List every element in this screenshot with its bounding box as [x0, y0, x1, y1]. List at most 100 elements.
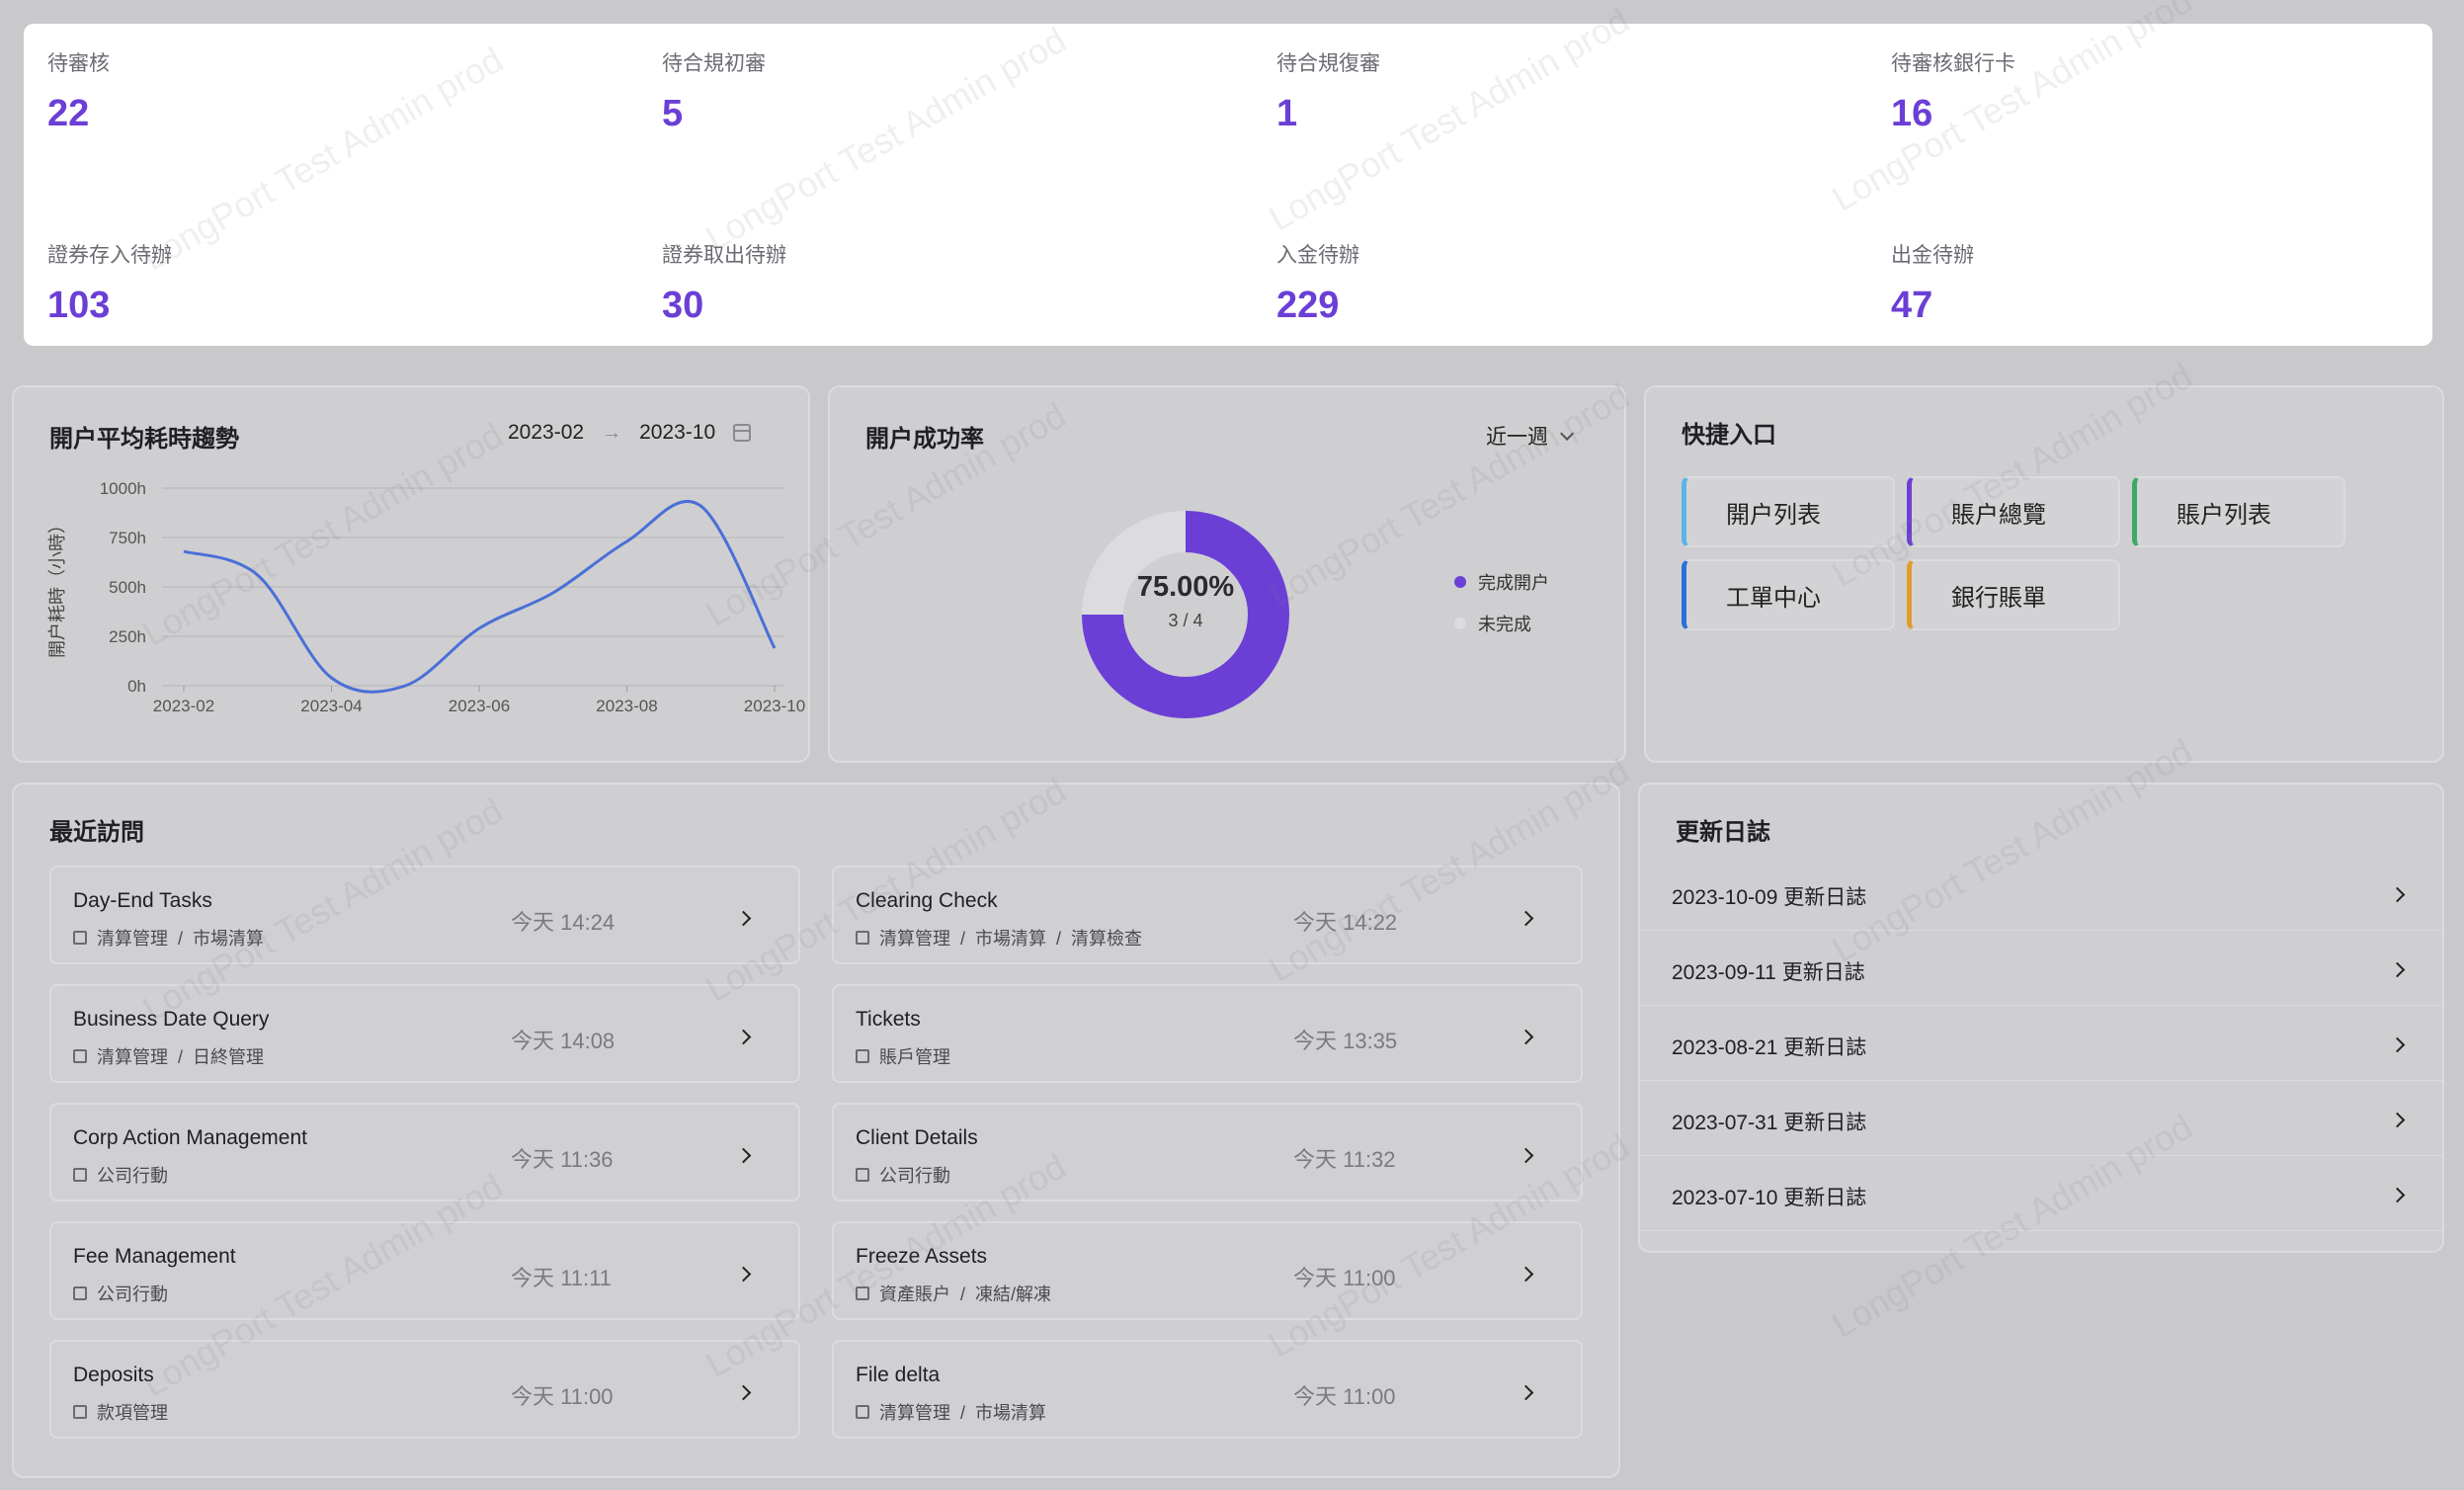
visit-path: 資產賬户 / 凍結/解凍	[856, 1281, 1051, 1306]
chevron-right-icon	[735, 1266, 752, 1283]
recent-visit-item[interactable]: Corp Action Management 公司行動 今天 11:36	[49, 1103, 800, 1201]
changelog-item-label: 2023-07-31 更新日誌	[1672, 1112, 1867, 1134]
stat-value: 16	[1891, 93, 1933, 134]
trend-card: 開户平均耗時趨勢 2023-02 → 2023-10 0h 250h 500h 750…	[12, 385, 810, 763]
visit-time: 今天 11:00	[1293, 1266, 1396, 1290]
stat-label: 證券取出待辦	[662, 244, 786, 267]
menu-icon	[856, 1405, 869, 1419]
y-tick-label: 1000h	[100, 479, 146, 498]
visit-path: 清算管理 / 市場清算 / 清算檢查	[856, 925, 1142, 951]
changelog-item[interactable]: 2023-08-21 更新日誌	[1640, 1006, 2442, 1081]
changelog-item[interactable]: 2023-09-11 更新日誌	[1640, 931, 2442, 1006]
recent-visit-item[interactable]: Business Date Query 清算管理 / 日終管理 今天 14:08	[49, 984, 800, 1083]
chevron-right-icon	[2389, 886, 2406, 903]
recent-visit-item[interactable]: File delta 清算管理 / 市場清算 今天 11:00	[832, 1340, 1583, 1439]
stat-card-1[interactable]: 待合規初審 5	[662, 47, 766, 135]
chevron-right-icon	[1518, 1147, 1534, 1164]
visit-name: Tickets	[856, 1008, 921, 1031]
stat-card-4[interactable]: 證券存入待辦 103	[47, 239, 172, 327]
stat-value: 22	[47, 93, 90, 134]
chevron-right-icon	[2389, 1036, 2406, 1053]
visit-name: Deposits	[73, 1364, 154, 1386]
chevron-right-icon	[735, 1147, 752, 1164]
stats-highlight	[24, 24, 2432, 346]
chevron-right-icon	[735, 910, 752, 927]
stat-value: 1	[1276, 93, 1298, 134]
chevron-right-icon	[2389, 1112, 2406, 1128]
visit-path-text: 清算管理 / 市場清算	[97, 929, 265, 949]
period-select[interactable]: 近一週	[1486, 421, 1575, 451]
stat-label: 待審核銀行卡	[1891, 52, 2015, 75]
visit-path-text: 清算管理 / 日終管理	[97, 1047, 265, 1067]
menu-icon	[73, 1168, 87, 1182]
stat-card-5[interactable]: 證券取出待辦 30	[662, 239, 786, 327]
y-axis-label: 開户耗時（小時）	[47, 516, 67, 658]
stat-label: 入金待辦	[1276, 244, 1359, 267]
changelog-item[interactable]: 2023-07-10 更新日誌	[1640, 1156, 2442, 1231]
visit-time: 今天 11:11	[511, 1266, 612, 1290]
visit-name: Freeze Assets	[856, 1245, 988, 1268]
recent-visit-item[interactable]: Clearing Check 清算管理 / 市場清算 / 清算檢查 今天 14:22	[832, 866, 1583, 964]
chevron-right-icon	[1518, 1266, 1534, 1283]
menu-icon	[73, 1049, 87, 1063]
visit-path: 清算管理 / 市場清算	[73, 925, 264, 951]
recent-visit-item[interactable]: Freeze Assets 資產賬户 / 凍結/解凍 今天 11:00	[832, 1221, 1583, 1320]
stat-card-3[interactable]: 待審核銀行卡 16	[1891, 47, 2015, 135]
menu-icon	[856, 1286, 869, 1300]
visit-time: 今天 11:36	[511, 1147, 614, 1172]
visit-time: 今天 11:00	[511, 1384, 614, 1409]
y-tick-label: 500h	[109, 578, 146, 597]
recent-visit-item[interactable]: Day-End Tasks 清算管理 / 市場清算 今天 14:24	[49, 866, 800, 964]
chevron-right-icon	[1518, 1384, 1534, 1401]
chevron-right-icon	[2389, 1187, 2406, 1203]
visit-path-text: 公司行動	[97, 1166, 168, 1186]
visit-name: File delta	[856, 1364, 941, 1386]
chevron-down-icon	[1560, 426, 1575, 441]
visit-path: 款項管理	[73, 1399, 168, 1425]
x-tick-label: 2023-08	[596, 697, 657, 715]
visit-name: Business Date Query	[73, 1008, 270, 1031]
visit-path-text: 清算管理 / 市場清算 / 清算檢查	[879, 929, 1143, 949]
recent-visit-item[interactable]: Deposits 款項管理 今天 11:00	[49, 1340, 800, 1439]
changelog-item-label: 2023-09-11 更新日誌	[1672, 961, 1865, 984]
stat-card-2[interactable]: 待合規復審 1	[1276, 47, 1380, 135]
stat-label: 待合規復審	[1276, 52, 1380, 75]
stat-label: 待審核	[47, 52, 110, 75]
x-tick-label: 2023-04	[300, 697, 362, 715]
stat-value: 229	[1276, 285, 1340, 326]
recent-visit-item[interactable]: Client Details 公司行動 今天 11:32	[832, 1103, 1583, 1201]
x-tick-label: 2023-02	[153, 697, 214, 715]
visit-path: 清算管理 / 市場清算	[856, 1399, 1046, 1425]
visit-path: 公司行動	[856, 1162, 950, 1188]
recent-visit-item[interactable]: Tickets 賬戶管理 今天 13:35	[832, 984, 1583, 1083]
visit-path: 公司行動	[73, 1162, 168, 1188]
shortcut-button-0[interactable]: 開户列表	[1682, 476, 1895, 547]
visit-time: 今天 13:35	[1293, 1029, 1398, 1053]
visit-time: 今天 14:22	[1293, 910, 1398, 935]
stat-card-7[interactable]: 出金待辦 47	[1891, 239, 1974, 327]
stat-card-0[interactable]: 待審核 22	[47, 47, 110, 135]
x-tick-label: 2023-06	[449, 697, 510, 715]
shortcut-button-4[interactable]: 銀行賬單	[1907, 559, 2120, 630]
stat-card-6[interactable]: 入金待辦 229	[1276, 239, 1359, 327]
success-rate-title: 開户成功率	[865, 426, 984, 453]
legend-completed-dot	[1454, 576, 1466, 588]
shortcut-button-2[interactable]: 賬户列表	[2132, 476, 2345, 547]
period-value: 近一週	[1486, 426, 1548, 449]
menu-icon	[73, 1286, 87, 1300]
visit-path-text: 公司行動	[97, 1284, 168, 1304]
shortcut-button-3[interactable]: 工單中心	[1682, 559, 1895, 630]
donut-ratio: 3 / 4	[1168, 611, 1203, 630]
shortcut-button-1[interactable]: 賬户總覽	[1907, 476, 2120, 547]
legend-completed-label: 完成開户	[1478, 573, 1549, 593]
visit-name: Fee Management	[73, 1245, 236, 1268]
changelog-item[interactable]: 2023-07-31 更新日誌	[1640, 1081, 2442, 1156]
visit-path: 賬戶管理	[856, 1043, 950, 1069]
success-rate-card: 開户成功率 近一週 75.00% 3 / 4 完成開户 未完成	[828, 385, 1626, 763]
changelog-card: 更新日誌 2023-10-09 更新日誌 2023-09-11 更新日誌 2023-…	[1638, 783, 2444, 1253]
recent-visit-item[interactable]: Fee Management 公司行動 今天 11:11	[49, 1221, 800, 1320]
y-tick-label: 750h	[109, 529, 146, 547]
changelog-item[interactable]: 2023-10-09 更新日誌	[1640, 856, 2442, 931]
menu-icon	[856, 931, 869, 945]
x-tick-label: 2023-10	[744, 697, 805, 715]
